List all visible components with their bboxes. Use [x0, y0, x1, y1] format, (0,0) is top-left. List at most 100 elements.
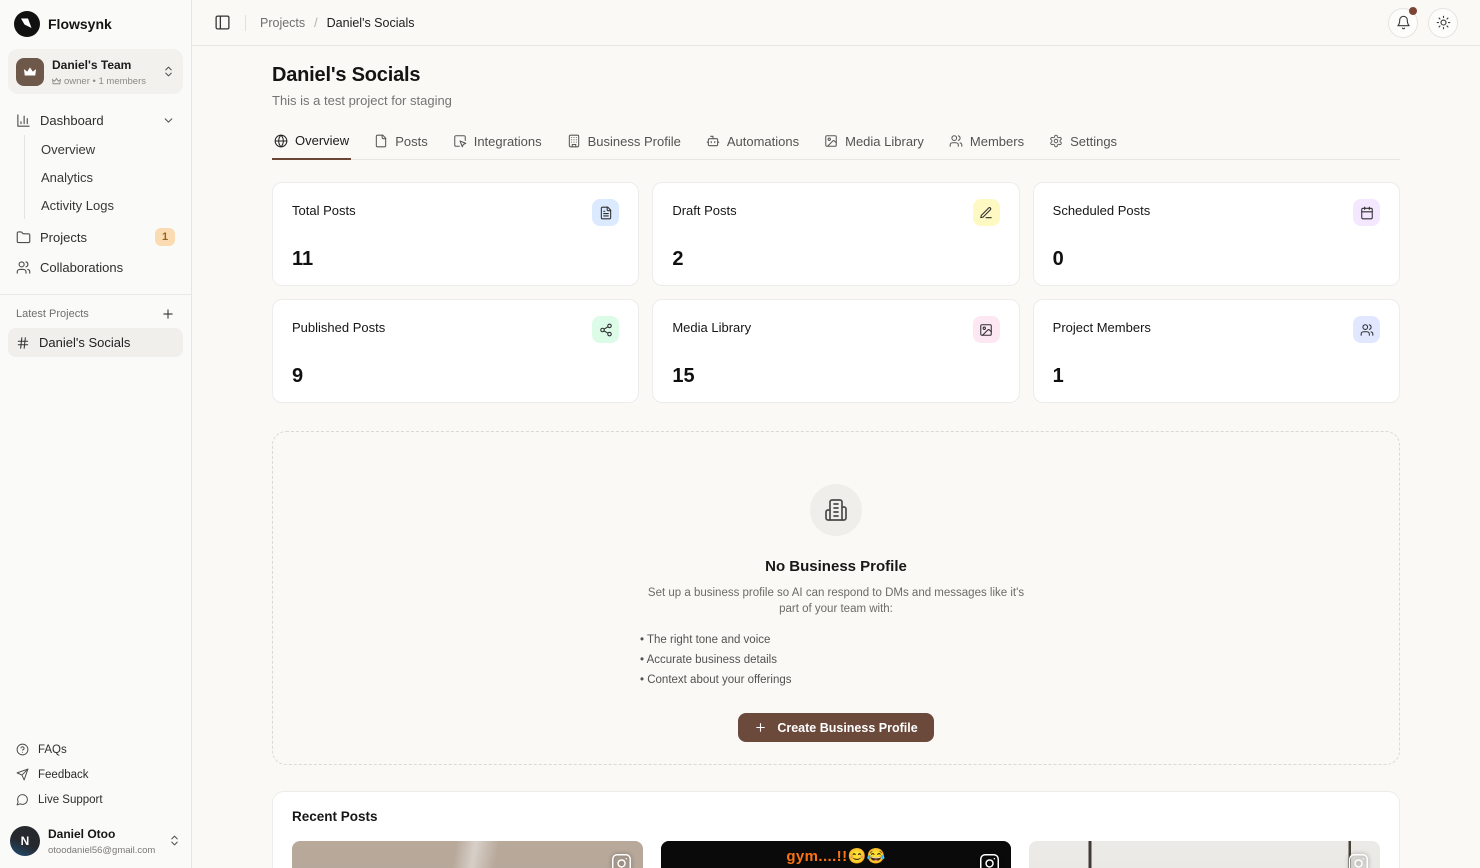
tab-automations[interactable]: Automations	[704, 128, 801, 159]
brand-name: Flowsynk	[48, 16, 112, 32]
sidebar-item-live-support[interactable]: Live Support	[10, 787, 181, 812]
gear-icon	[1049, 134, 1063, 148]
stat-value: 11	[292, 248, 619, 271]
plus-icon	[754, 721, 767, 734]
stat-label: Draft Posts	[672, 199, 736, 218]
file-text-icon	[592, 199, 619, 226]
globe-icon	[274, 134, 288, 148]
user-email: otoodaniel56@gmail.com	[48, 845, 160, 856]
tab-business-profile[interactable]: Business Profile	[565, 128, 683, 159]
tab-settings[interactable]: Settings	[1047, 128, 1119, 159]
project-overview-page: Daniel's Socials This is a test project …	[272, 46, 1400, 868]
chevrons-up-down-icon	[168, 834, 181, 847]
hash-icon	[16, 336, 30, 350]
tab-overview[interactable]: Overview	[272, 128, 351, 160]
sidebar-toggle-icon[interactable]	[214, 14, 231, 31]
sidebar-item-projects[interactable]: Projects 1	[8, 221, 183, 253]
image-icon	[824, 134, 838, 148]
tab-label: Integrations	[474, 134, 542, 149]
sidebar-item-dashboard[interactable]: Dashboard	[8, 106, 183, 135]
stat-card-scheduled-posts: Scheduled Posts 0	[1033, 182, 1400, 286]
tab-label: Members	[970, 134, 1024, 149]
bell-icon	[1396, 15, 1411, 30]
tab-label: Overview	[295, 133, 349, 148]
building-icon	[567, 134, 581, 148]
notification-dot	[1409, 7, 1417, 15]
tab-integrations[interactable]: Integrations	[451, 128, 544, 159]
recent-posts-section: Recent Posts gym....!!😊😂	[272, 791, 1400, 868]
tab-members[interactable]: Members	[947, 128, 1026, 159]
stat-label: Scheduled Posts	[1053, 199, 1151, 218]
recent-post-thumbnail-3[interactable]	[1029, 841, 1380, 868]
empty-state-bullets: • The right tone and voice • Accurate bu…	[640, 632, 1032, 688]
tab-label: Automations	[727, 134, 799, 149]
brand-header: Flowsynk	[0, 0, 191, 46]
instagram-icon	[979, 853, 1000, 868]
sidebar-item-label: Activity Logs	[41, 198, 114, 213]
share-icon	[592, 316, 619, 343]
sidebar: Flowsynk Daniel's Team owner • 1 members…	[0, 0, 192, 868]
pencil-icon	[973, 199, 1000, 226]
building-icon	[810, 484, 862, 536]
stat-card-published-posts: Published Posts 9	[272, 299, 639, 403]
sidebar-item-overview[interactable]: Overview	[29, 135, 183, 163]
bot-icon	[706, 134, 720, 148]
latest-project-label: Daniel's Socials	[39, 335, 130, 350]
add-project-icon[interactable]	[161, 307, 175, 321]
stat-card-media-library: Media Library 15	[652, 299, 1019, 403]
bullet-item: • The right tone and voice	[640, 632, 1032, 648]
breadcrumb: Projects / Daniel's Socials	[260, 16, 414, 30]
instagram-icon	[1348, 853, 1369, 868]
feedback-label: Feedback	[38, 769, 89, 781]
tab-media-library[interactable]: Media Library	[822, 128, 926, 159]
notifications-button[interactable]	[1388, 8, 1418, 38]
page-title: Daniel's Socials	[272, 64, 1400, 87]
topbar: Projects / Daniel's Socials	[192, 0, 1480, 46]
stat-label: Published Posts	[292, 316, 385, 335]
stat-value: 15	[672, 365, 999, 388]
recent-post-thumbnail-1[interactable]	[292, 841, 643, 868]
theme-toggle-button[interactable]	[1428, 8, 1458, 38]
tab-label: Settings	[1070, 134, 1117, 149]
stat-value: 0	[1053, 248, 1380, 271]
faqs-label: FAQs	[38, 744, 67, 756]
empty-state-description: Set up a business profile so AI can resp…	[640, 585, 1032, 617]
sidebar-item-faqs[interactable]: FAQs	[10, 737, 181, 762]
breadcrumb-projects[interactable]: Projects	[260, 16, 305, 30]
calendar-icon	[1353, 199, 1380, 226]
sidebar-item-feedback[interactable]: Feedback	[10, 762, 181, 787]
user-menu[interactable]: N Daniel Otoo otoodaniel56@gmail.com	[0, 816, 191, 868]
team-crown-icon	[16, 58, 44, 86]
recent-posts-title: Recent Posts	[292, 809, 1380, 824]
team-meta-text: owner • 1 members	[64, 76, 146, 87]
business-profile-empty-state: No Business Profile Set up a business pr…	[272, 431, 1400, 765]
sidebar-item-activity-logs[interactable]: Activity Logs	[29, 191, 183, 219]
sidebar-item-analytics[interactable]: Analytics	[29, 163, 183, 191]
team-name: Daniel's Team	[52, 58, 131, 72]
sun-icon	[1436, 15, 1451, 30]
users-icon	[949, 134, 963, 148]
stat-card-total-posts: Total Posts 11	[272, 182, 639, 286]
team-switcher[interactable]: Daniel's Team owner • 1 members	[8, 49, 183, 94]
sidebar-item-daniels-socials[interactable]: Daniel's Socials	[8, 328, 183, 357]
sidebar-item-label: Overview	[41, 142, 95, 157]
breadcrumb-current: Daniel's Socials	[327, 16, 415, 30]
sidebar-nav: Dashboard Overview Analytics Activity Lo…	[0, 106, 191, 282]
tab-posts[interactable]: Posts	[372, 128, 430, 159]
recent-post-thumbnail-2[interactable]: gym....!!😊😂	[661, 841, 1012, 868]
chat-bubble-icon	[16, 793, 29, 806]
user-name: Daniel Otoo	[48, 827, 115, 841]
create-business-profile-button[interactable]: Create Business Profile	[738, 713, 933, 742]
stat-value: 9	[292, 365, 619, 388]
topbar-divider	[245, 15, 246, 31]
sidebar-item-label: Analytics	[41, 170, 93, 185]
page-subtitle: This is a test project for staging	[272, 93, 1400, 108]
image-icon	[973, 316, 1000, 343]
projects-count-badge: 1	[155, 228, 175, 246]
stat-value: 2	[672, 248, 999, 271]
project-tabs: Overview Posts Integrations Business Pro…	[272, 128, 1400, 160]
sidebar-item-label: Dashboard	[40, 113, 104, 128]
sidebar-item-collaborations[interactable]: Collaborations	[8, 253, 183, 282]
bullet-item: • Context about your offerings	[640, 672, 1032, 688]
tab-label: Business Profile	[588, 134, 681, 149]
